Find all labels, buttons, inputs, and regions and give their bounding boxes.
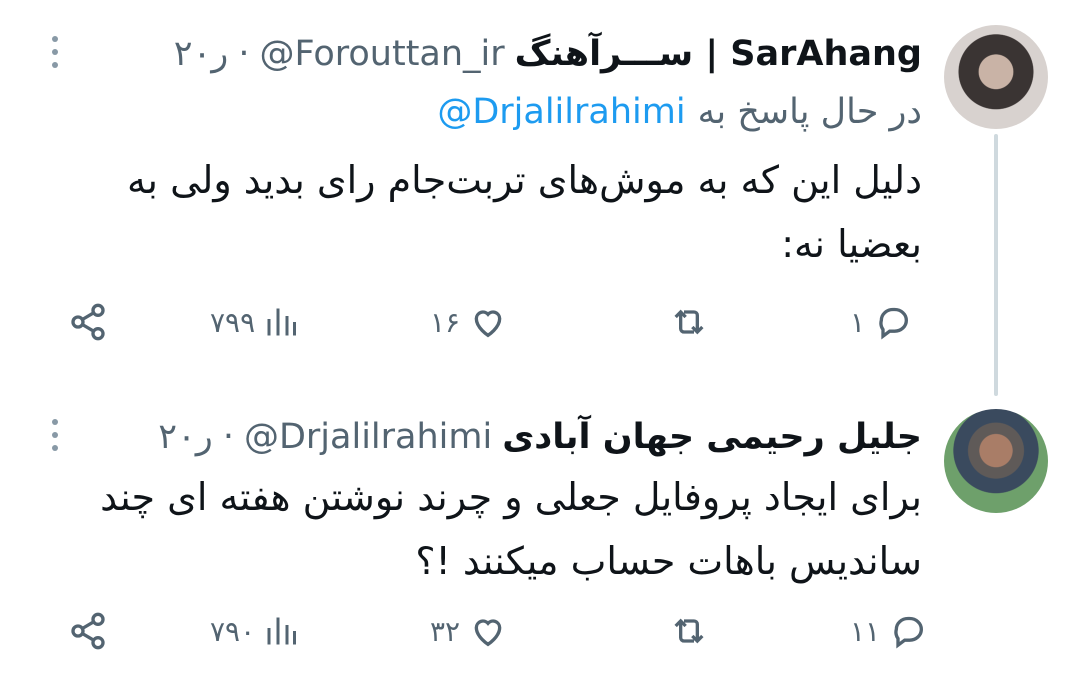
tweet[interactable]: ســـرآهنگ | SarAhang @Forouttan_ir · ۲۰ر… xyxy=(0,0,1080,396)
like-count: ۳۲ xyxy=(430,614,461,648)
more-icon[interactable] xyxy=(40,32,70,72)
retweet-button[interactable] xyxy=(668,601,718,661)
views-icon xyxy=(267,308,297,336)
replying-prefix: در حال پاسخ به xyxy=(697,92,922,132)
avatar[interactable] xyxy=(944,409,1048,513)
retweet-icon xyxy=(674,309,704,335)
like-button[interactable]: ۳۲ xyxy=(430,601,508,661)
retweet-button[interactable] xyxy=(668,292,718,352)
views-button[interactable]: ۷۹۹ xyxy=(210,292,299,352)
timestamp[interactable]: ۲۰ر xyxy=(158,417,213,457)
share-icon xyxy=(71,612,105,650)
share-button[interactable] xyxy=(68,292,108,352)
display-name[interactable]: ســـرآهنگ | SarAhang xyxy=(515,34,922,74)
timestamp[interactable]: ۲۰ر xyxy=(174,34,229,74)
tweet-actions: ۷۹۰ ۳۲ ۱۱ xyxy=(60,601,923,661)
reply-count: ۱ xyxy=(850,305,866,339)
reply-icon xyxy=(894,616,923,649)
share-icon xyxy=(71,303,105,341)
reply-button[interactable]: ۱۱ xyxy=(850,601,928,661)
like-icon xyxy=(474,619,502,647)
more-icon[interactable] xyxy=(40,415,70,455)
views-button[interactable]: ۷۹۰ xyxy=(210,601,299,661)
replying-to-mention[interactable]: @Drjalilrahimi xyxy=(437,92,685,132)
tweet[interactable]: جلیل رحیمی جهان آبادی @Drjalilrahimi · ۲… xyxy=(0,395,1080,673)
views-icon xyxy=(267,617,297,645)
share-button[interactable] xyxy=(68,601,108,661)
user-handle[interactable]: @Drjalilrahimi xyxy=(244,417,492,457)
replying-to: در حال پاسخ به @Drjalilrahimi xyxy=(437,92,922,132)
reply-count: ۱۱ xyxy=(850,614,881,648)
tweet-header: جلیل رحیمی جهان آبادی @Drjalilrahimi · ۲… xyxy=(62,415,922,459)
reply-icon xyxy=(879,307,908,340)
view-count: ۷۹۰ xyxy=(210,614,256,648)
user-handle[interactable]: @Forouttan_ir xyxy=(259,34,504,74)
like-count: ۱۶ xyxy=(430,305,461,339)
tweet-header: ســـرآهنگ | SarAhang @Forouttan_ir · ۲۰ر xyxy=(62,32,922,76)
avatar[interactable] xyxy=(944,25,1048,129)
retweet-icon xyxy=(674,618,704,644)
tweet-actions: ۷۹۹ ۱۶ ۱ xyxy=(60,292,922,352)
tweet-text: برای ایجاد پروفایل جعلی و چرند نوشتن هفت… xyxy=(100,475,922,583)
reply-button[interactable]: ۱ xyxy=(850,292,913,352)
separator-dot: · xyxy=(222,417,234,457)
view-count: ۷۹۹ xyxy=(210,305,256,339)
separator-dot: · xyxy=(238,34,250,74)
like-button[interactable]: ۱۶ xyxy=(430,292,508,352)
like-icon xyxy=(474,310,502,338)
display-name[interactable]: جلیل رحیمی جهان آبادی xyxy=(502,417,922,457)
tweet-text: دلیل این که به موش‌های تربت‌جام رای بدید… xyxy=(127,158,922,266)
thread-line xyxy=(994,134,998,396)
